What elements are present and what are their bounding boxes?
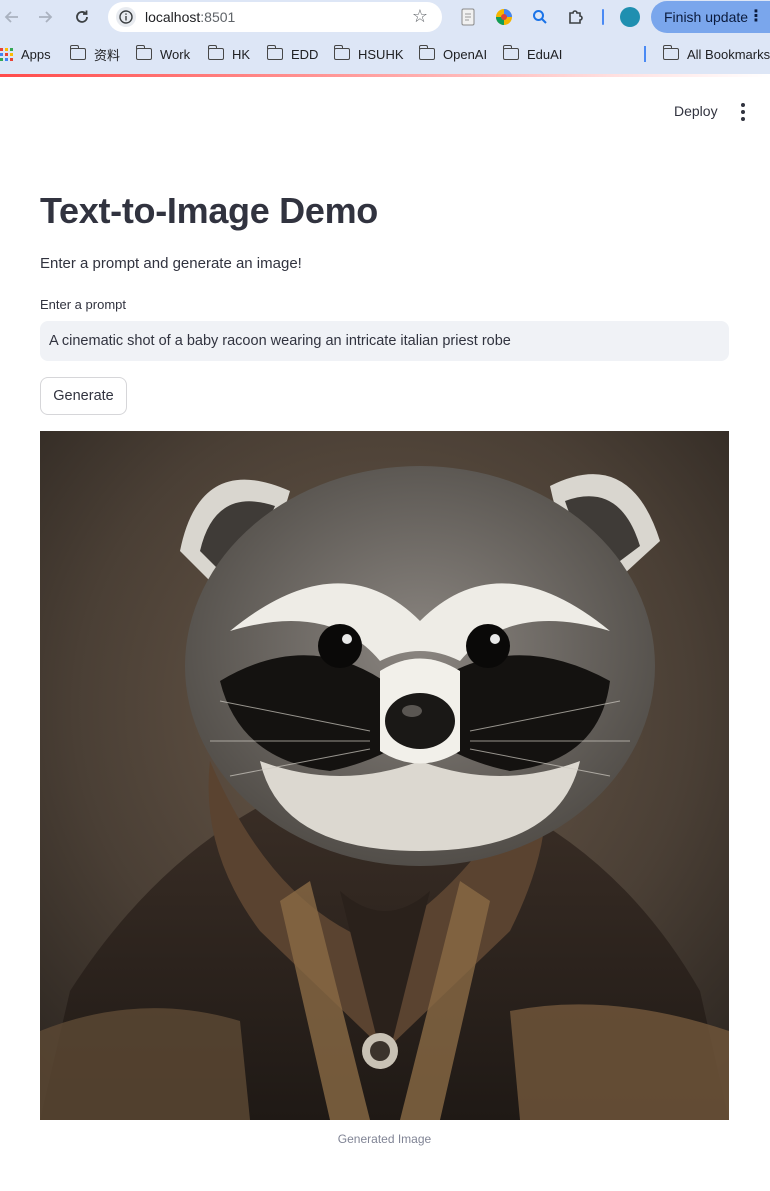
- bookmark-apps[interactable]: Apps: [0, 45, 51, 63]
- main-menu-icon[interactable]: [733, 100, 753, 124]
- bookmark-label: Work: [160, 46, 191, 62]
- bookmark-label: EduAI: [527, 46, 563, 62]
- finish-update-label: Finish update: [664, 9, 749, 25]
- back-arrow-icon[interactable]: [0, 5, 24, 29]
- status-decoration-bar: [0, 74, 770, 77]
- profile-avatar[interactable]: [620, 7, 640, 27]
- bookmark-label: HK: [232, 46, 251, 62]
- url-port: :8501: [200, 9, 236, 25]
- search-extension-icon[interactable]: [529, 6, 551, 28]
- bookmark-folder[interactable]: EduAI: [502, 45, 563, 63]
- bookmark-star-icon[interactable]: ☆: [412, 6, 428, 27]
- bookmark-folder[interactable]: HK: [207, 45, 251, 63]
- document-extension-icon[interactable]: [457, 6, 479, 28]
- bookmark-folder[interactable]: HSUHK: [333, 45, 404, 63]
- deploy-button[interactable]: Deploy: [664, 97, 728, 125]
- all-bookmarks[interactable]: All Bookmarks: [662, 45, 770, 63]
- prompt-label: Enter a prompt: [40, 297, 126, 312]
- address-bar[interactable]: localhost:8501 ☆: [108, 2, 442, 32]
- bookmark-label: 资料: [94, 47, 121, 63]
- colorful-extension-icon[interactable]: [493, 6, 515, 28]
- folder-icon: [502, 45, 519, 60]
- raccoon-image: [40, 431, 729, 1120]
- folder-icon: [135, 45, 152, 60]
- site-info-icon[interactable]: [116, 7, 136, 27]
- bookmarks-separator: [644, 46, 646, 62]
- bookmark-label: OpenAI: [443, 46, 488, 62]
- folder-icon: [266, 45, 283, 60]
- bookmark-folder[interactable]: Work: [135, 45, 191, 63]
- folder-icon: [69, 45, 86, 60]
- folder-icon: [207, 45, 224, 60]
- bookmark-folder[interactable]: EDD: [266, 45, 319, 63]
- url-text: localhost:8501: [145, 9, 235, 25]
- toolbar-separator: [602, 9, 604, 25]
- generated-image: [40, 431, 729, 1120]
- folder-icon: [333, 45, 350, 60]
- bookmark-label: HSUHK: [358, 46, 404, 62]
- generate-button[interactable]: Generate: [40, 377, 127, 415]
- finish-update-button[interactable]: Finish update ⋮: [651, 1, 770, 33]
- page-subtitle: Enter a prompt and generate an image!: [40, 255, 302, 272]
- reload-icon[interactable]: [70, 5, 94, 29]
- folder-icon: [418, 45, 435, 60]
- prompt-input[interactable]: [40, 321, 729, 361]
- browser-toolbar: localhost:8501 ☆ Finish update ⋮: [0, 0, 770, 34]
- all-bookmarks-label: All Bookmarks: [687, 46, 770, 62]
- page-title: Text-to-Image Demo: [40, 190, 378, 231]
- image-caption: Generated Image: [337, 1132, 432, 1146]
- bookmark-label: Apps: [21, 46, 51, 62]
- forward-arrow-icon[interactable]: [33, 5, 57, 29]
- bookmark-folder[interactable]: 资料: [69, 45, 121, 63]
- bookmarks-bar: Apps 资料 Work HK EDD HSUHK OpenAI EduAI A…: [0, 34, 770, 74]
- bookmark-folder[interactable]: OpenAI: [418, 45, 488, 63]
- url-host: localhost: [145, 9, 201, 25]
- kebab-menu-icon: ⋮: [748, 8, 764, 25]
- bookmark-label: EDD: [291, 46, 319, 62]
- folder-icon: [662, 45, 679, 60]
- apps-grid-icon: [0, 47, 13, 61]
- extensions-puzzle-icon[interactable]: [565, 6, 587, 28]
